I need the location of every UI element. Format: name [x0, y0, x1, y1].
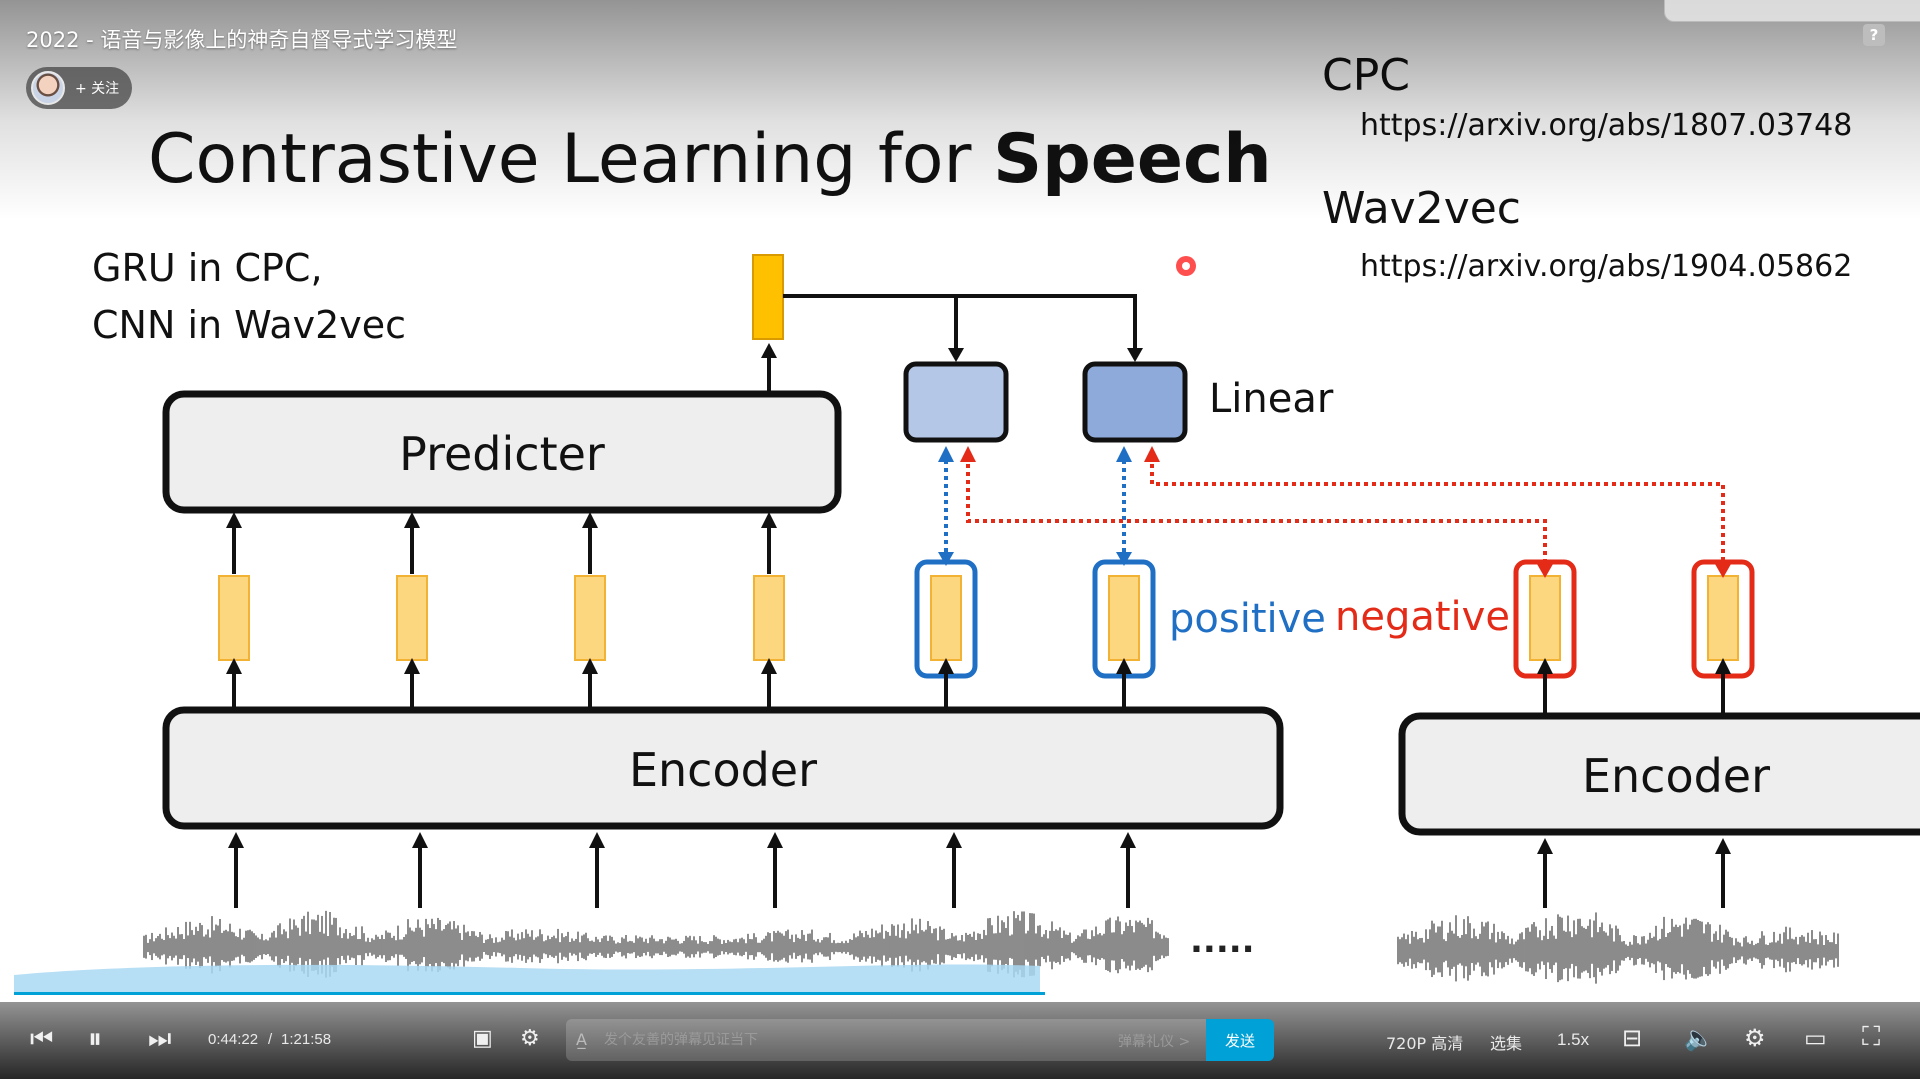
subtitle-off-icon[interactable]: ⊟ [1622, 1024, 1642, 1052]
follow-label: + 关注 [75, 81, 120, 97]
note-cnn: CNN in Wav2vec [92, 303, 406, 347]
cpc-url: https://arxiv.org/abs/1807.03748 [1360, 108, 1852, 143]
settings-icon[interactable]: ⚙ [1744, 1024, 1766, 1052]
positive-label: positive [1169, 596, 1326, 642]
top-right-toolbar[interactable] [1664, 0, 1920, 22]
danmaku-input[interactable] [566, 1019, 1206, 1061]
time-total: 1:21:58 [281, 1031, 332, 1048]
encoder-left-label: Encoder [629, 743, 817, 797]
token-3 [574, 575, 606, 661]
uploader-avatar[interactable] [31, 71, 65, 105]
quality-selector[interactable]: 720P 高清 [1386, 1030, 1463, 1054]
predicter-label: Predicter [399, 427, 605, 481]
note-gru: GRU in CPC, [92, 246, 323, 290]
video-stage[interactable]: Contrastive Learning for Speech GRU in C… [0, 0, 1920, 1079]
negative-label: negative [1335, 594, 1510, 640]
linear-box-1 [903, 361, 1009, 443]
token-4 [753, 575, 785, 661]
cpc-label: CPC [1322, 50, 1410, 101]
time-current: 0:44:22 [208, 1031, 259, 1048]
fullscreen-icon[interactable]: ⛶ [1862, 1022, 1880, 1053]
lecture-slide: Contrastive Learning for Speech GRU in C… [0, 0, 1920, 1079]
pause-icon[interactable]: ⏸ [88, 1022, 102, 1056]
wav2vec-url: https://arxiv.org/abs/1904.05862 [1360, 249, 1852, 284]
encoder-right-label: Encoder [1582, 749, 1770, 803]
token-1 [218, 575, 250, 661]
danmaku-settings-icon[interactable]: ⚙ [520, 1026, 540, 1051]
token-5 [930, 575, 962, 661]
progress-fill [14, 992, 1046, 995]
linear-box-2 [1082, 361, 1188, 443]
slide-title: Contrastive Learning for Speech [148, 120, 1272, 199]
token-6 [1108, 575, 1140, 661]
next-icon[interactable]: ⏭ [148, 1024, 171, 1055]
progress-bar[interactable] [14, 992, 1920, 995]
context-vector [752, 254, 784, 340]
wav2vec-label: Wav2vec [1322, 183, 1521, 234]
episodes-button[interactable]: 选集 [1490, 1030, 1522, 1054]
video-title: 2022 - 语音与影像上的神奇自督导式学习模型 [26, 28, 458, 52]
linear-label: Linear [1209, 376, 1334, 422]
token-2 [396, 575, 428, 661]
time-separator: / [268, 1031, 273, 1048]
pip-icon[interactable]: ▭ [1804, 1024, 1827, 1052]
follow-button[interactable]: + 关注 [26, 67, 132, 109]
send-button[interactable]: 发送 [1206, 1019, 1274, 1061]
token-7 [1529, 575, 1561, 661]
ellipsis: ..... [1190, 921, 1255, 961]
token-8 [1707, 575, 1739, 661]
help-icon[interactable]: ? [1863, 24, 1885, 46]
speed-selector[interactable]: 1.5x [1557, 1030, 1589, 1050]
danmaku-font-icon[interactable]: A̲ [576, 1030, 587, 1049]
danmaku-toggle-icon[interactable]: ▣ [472, 1026, 493, 1051]
danmaku-etiquette-link[interactable]: 弹幕礼仪 > [1118, 1031, 1190, 1051]
volume-icon[interactable]: 🔈 [1684, 1024, 1714, 1052]
prev-icon[interactable]: ⏮ [30, 1024, 53, 1055]
